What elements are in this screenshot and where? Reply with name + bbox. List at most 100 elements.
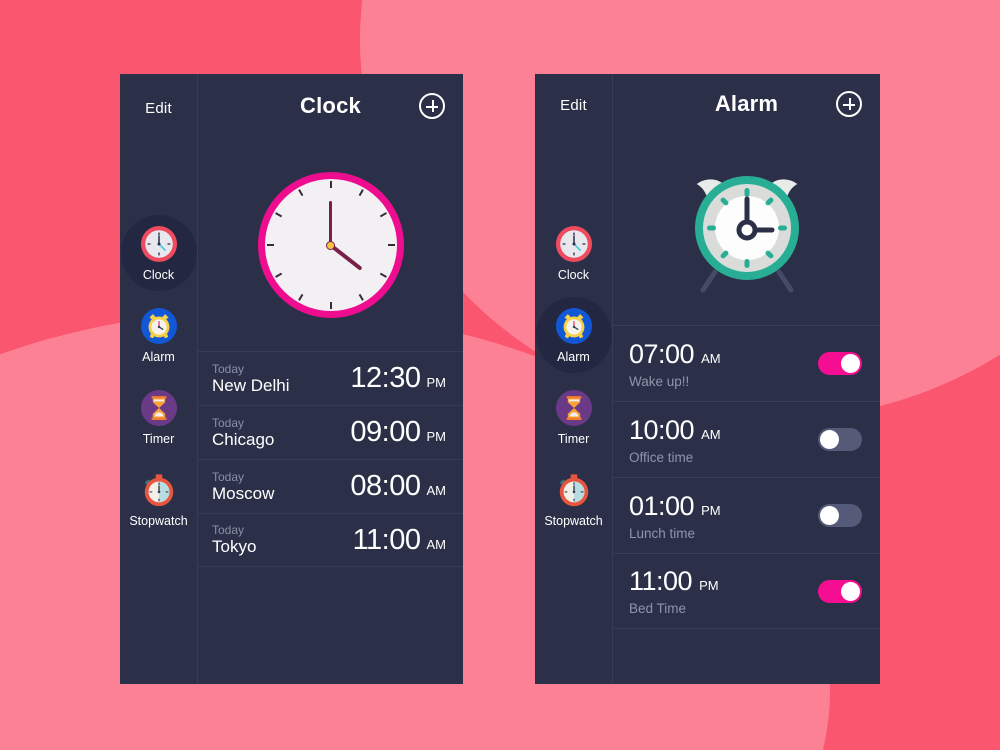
row-city: Chicago [212,429,275,449]
alarm-nav-list: Clock Alarm Timer Stopwatch [535,212,612,540]
sidebar-item-alarm[interactable]: Alarm [120,294,197,376]
list-item[interactable]: 11:00 PM Bed Time [613,553,880,629]
alarm-clock-illustration [667,152,827,302]
alarm-toggle[interactable] [818,504,862,527]
table-row[interactable]: Today Chicago 09:00 PM [198,405,463,459]
sidebar-item-stopwatch[interactable]: Stopwatch [535,458,612,540]
row-right: 08:00 AM [350,470,446,503]
row-right: 12:30 PM [350,362,446,395]
alarm-time: 01:00 [629,490,695,521]
list-item[interactable]: 01:00 PM Lunch time [613,477,880,553]
analog-clock-wrap [198,172,463,318]
row-ampm: AM [426,483,447,498]
alarm-illustration-wrap [613,152,880,302]
clock-icon [140,225,178,263]
clock-sidebar: Edit Clock Alarm Timer Stopwatch [120,74,198,684]
table-row[interactable]: Today Moscow 08:00 AM [198,459,463,513]
row-time: 09:00 [350,416,421,448]
row-right: 09:00 PM [350,416,446,449]
sidebar-item-timer[interactable]: Timer [535,376,612,458]
alarm-content: Alarm 07:00 AM Wake up!! 10:00 AM Office… [613,74,880,684]
row-time: 08:00 [350,470,421,502]
clock-tick [266,244,274,246]
alarm-clock-icon [140,307,178,345]
alarm-sidebar: Edit Clock Alarm Timer Stopwatch [535,74,613,684]
row-day: Today [212,361,245,376]
clock-header: Clock [198,74,463,138]
row-time: 12:30 [350,362,421,394]
page-title: Alarm [714,91,779,116]
row-ampm: PM [426,429,447,444]
list-item[interactable]: 10:00 AM Office time [613,401,880,477]
alarm-ampm: PM [699,578,719,593]
alarm-label: Office time [629,449,694,465]
clock-nav-list: Clock Alarm Timer Stopwatch [120,212,197,540]
row-day: Today [212,415,245,430]
sidebar-item-label: Alarm [557,349,590,364]
minute-hand [329,201,332,245]
alarm-ampm: AM [701,426,721,442]
list-item[interactable]: 07:00 AM Wake up!! [613,325,880,401]
clock-content: Clock Today New Delhi 12:30 PM Today Chi… [198,74,463,684]
sidebar-item-label: Stopwatch [129,513,188,528]
clock-tick [387,244,395,246]
alarm-time: 11:00 [629,566,693,596]
alarm-label: Bed Time [629,601,687,616]
row-left: Today Moscow [212,470,350,504]
stopwatch-icon [140,471,178,509]
edit-button[interactable]: Edit [120,100,197,117]
alarm-ampm: PM [701,502,721,518]
alarm-label: Lunch time [629,525,696,541]
hourglass-timer-icon [555,389,593,427]
sidebar-item-label: Clock [142,267,175,282]
alarm-time-line: 11:00 PM [629,566,818,597]
alarm-time-line: 01:00 PM [629,491,818,522]
row-day: Today [212,469,245,484]
sidebar-item-timer[interactable]: Timer [120,376,197,458]
alarm-clock-icon [555,307,593,345]
add-alarm-button[interactable] [836,91,862,117]
page-title: Clock [300,93,361,118]
alarm-toggle[interactable] [818,579,862,603]
alarm-info: 11:00 PM Bed Time [629,566,818,616]
row-ampm: AM [426,536,447,552]
add-clock-button[interactable] [419,93,445,119]
clock-screen: Edit Clock Alarm Timer Stopwatch Clock T… [120,74,463,684]
toggle-knob [841,581,860,601]
clock-icon [555,225,593,263]
toggle-knob [820,430,839,449]
alarm-ampm: AM [701,350,721,366]
edit-button[interactable]: Edit [535,97,612,114]
alarm-toggle[interactable] [818,428,862,451]
sidebar-item-label: Timer [142,431,175,446]
sidebar-item-stopwatch[interactable]: Stopwatch [120,458,197,540]
alarm-time-line: 10:00 AM [629,415,818,446]
clock-tick [329,181,332,188]
analog-clock [257,172,404,318]
row-left: Today Chicago [212,416,350,450]
row-left: Today Tokyo [212,523,353,557]
sidebar-item-clock[interactable]: Clock [120,212,197,294]
row-left: Today New Delhi [212,362,350,396]
sidebar-item-alarm[interactable]: Alarm [535,294,612,376]
alarm-screen: Edit Clock Alarm Timer Stopwatch Alarm 0… [535,74,880,684]
row-ampm: PM [426,375,447,390]
sidebar-item-label: Alarm [142,349,175,364]
row-day: Today [212,523,245,537]
hourglass-timer-icon [140,389,178,427]
sidebar-item-clock[interactable]: Clock [535,212,612,294]
table-row[interactable]: Today New Delhi 12:30 PM [198,351,463,405]
row-city: New Delhi [212,375,290,395]
row-right: 11:00 AM [353,524,446,557]
clock-tick [329,302,332,309]
alarm-info: 10:00 AM Office time [629,415,818,465]
table-row[interactable]: Today Tokyo 11:00 AM [198,513,463,567]
alarm-label: Wake up!! [629,373,690,389]
alarm-list: 07:00 AM Wake up!! 10:00 AM Office time [613,325,880,629]
alarm-info: 07:00 AM Wake up!! [629,339,818,389]
alarm-header: Alarm [613,74,880,134]
alarm-toggle[interactable] [818,352,862,375]
row-city: Tokyo [212,537,257,556]
sidebar-item-label: Clock [557,267,590,282]
alarm-time: 07:00 [629,338,695,369]
